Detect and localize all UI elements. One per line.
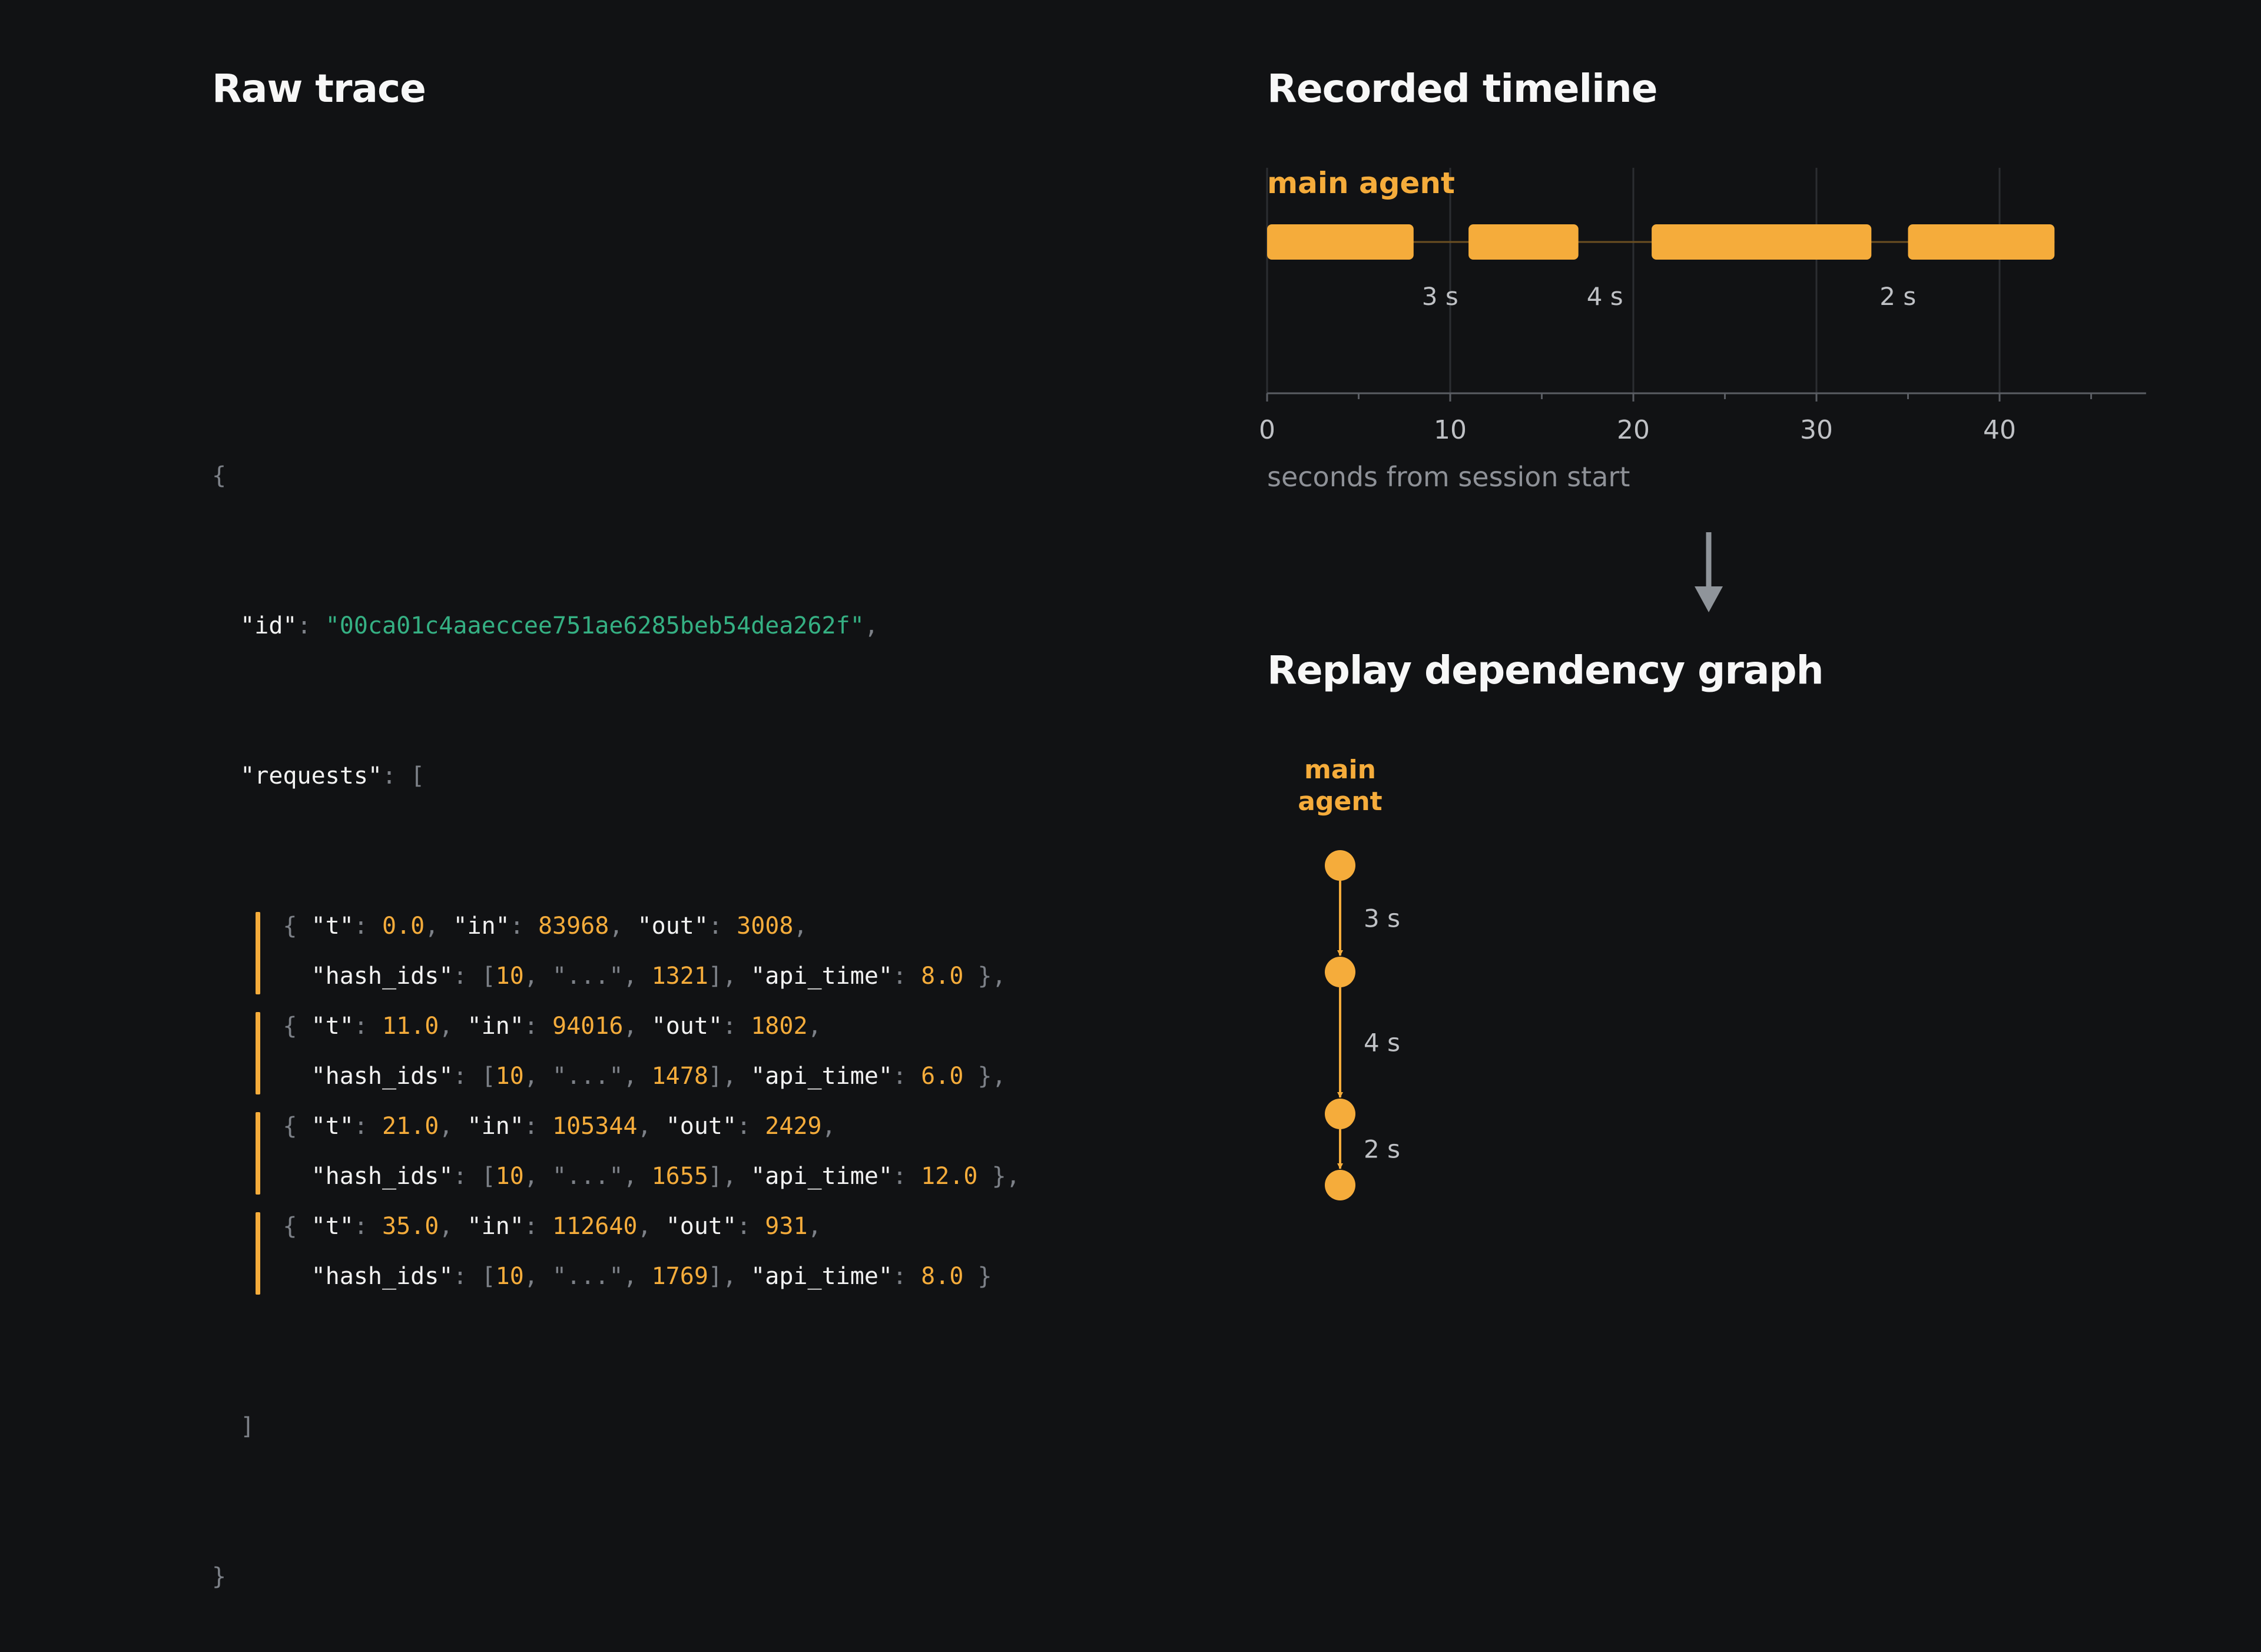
code-line: } (212, 1563, 227, 1590)
gap-duration-label: 4 s (1587, 282, 1623, 311)
x-tick-label: 0 (1259, 415, 1275, 445)
x-tick-label: 30 (1800, 415, 1833, 445)
edge-delay-label: 3 s (1364, 904, 1400, 933)
edge-delay-label: 2 s (1364, 1135, 1400, 1164)
timeline-request-bar (1908, 224, 2055, 260)
code-line: { "t": 35.0, "in": 112640, "out": 931, (283, 1213, 822, 1240)
x-axis-label: seconds from session start (1267, 461, 1630, 493)
trace-id-value: "00ca01c4aaeccee751ae6285beb54dea262f" (325, 612, 864, 639)
request-node (1325, 957, 1355, 987)
code-line: { "t": 11.0, "in": 94016, "out": 1802, (283, 1013, 822, 1040)
recorded-timeline-chart: 3 s 4 s 2 s 0 10 20 30 40 main agent seconds f… (1259, 166, 2146, 493)
code-line: "hash_ids": [10, "...", 1321], "api_time… (311, 963, 1006, 990)
code-line: { "t": 0.0, "in": 83968, "out": 3008, (283, 913, 808, 940)
lane-label-main-agent: main agent (1267, 166, 1455, 200)
request-node (1325, 1099, 1355, 1129)
x-tick-label: 20 (1617, 415, 1650, 445)
graph-agent-label-line1: main (1304, 755, 1376, 785)
code-line: "hash_ids": [10, "...", 1769], "api_time… (311, 1263, 992, 1290)
timeline-request-bar (1468, 224, 1579, 260)
down-arrow-icon (1695, 532, 1723, 612)
timeline-request-bar (1267, 224, 1414, 260)
replay-graph-title: Replay dependency graph (1267, 648, 1824, 693)
graph-agent-label-line2: agent (1298, 787, 1382, 817)
code-line: "id": "00ca01c4aaeccee751ae6285beb54dea2… (240, 612, 878, 639)
request-entry: { "t": 11.0, "in": 94016, "out": 1802, "… (212, 1001, 1020, 1102)
request-entry: { "t": 0.0, "in": 83968, "out": 3008, "h… (212, 901, 1020, 1001)
x-tick-label: 10 (1434, 415, 1467, 445)
request-entry: { "t": 21.0, "in": 105344, "out": 2429, … (212, 1102, 1020, 1202)
code-line: { "t": 21.0, "in": 105344, "out": 2429, (283, 1113, 836, 1140)
timeline-request-bar (1652, 224, 1872, 260)
code-line: "hash_ids": [10, "...", 1478], "api_time… (311, 1063, 1006, 1090)
edge-delay-label: 4 s (1364, 1029, 1400, 1057)
gap-duration-label: 3 s (1422, 282, 1458, 311)
replay-dependency-graph: main agent 3 s 4 s 2 s (1298, 755, 1400, 1200)
raw-trace-code-block: { "id": "00ca01c4aaeccee751ae6285beb54de… (212, 351, 1020, 1652)
gap-duration-label: 2 s (1879, 282, 1916, 311)
code-line: "requests": [ (240, 762, 425, 789)
code-line: "hash_ids": [10, "...", 1655], "api_time… (311, 1163, 1020, 1190)
request-entry: { "t": 35.0, "in": 112640, "out": 931, "… (212, 1202, 1020, 1302)
code-line: ] (240, 1413, 255, 1440)
request-node (1325, 850, 1355, 881)
request-node (1325, 1170, 1355, 1200)
requests-list: { "t": 0.0, "in": 83968, "out": 3008, "h… (212, 901, 1020, 1302)
x-tick-label: 40 (1983, 415, 2016, 445)
